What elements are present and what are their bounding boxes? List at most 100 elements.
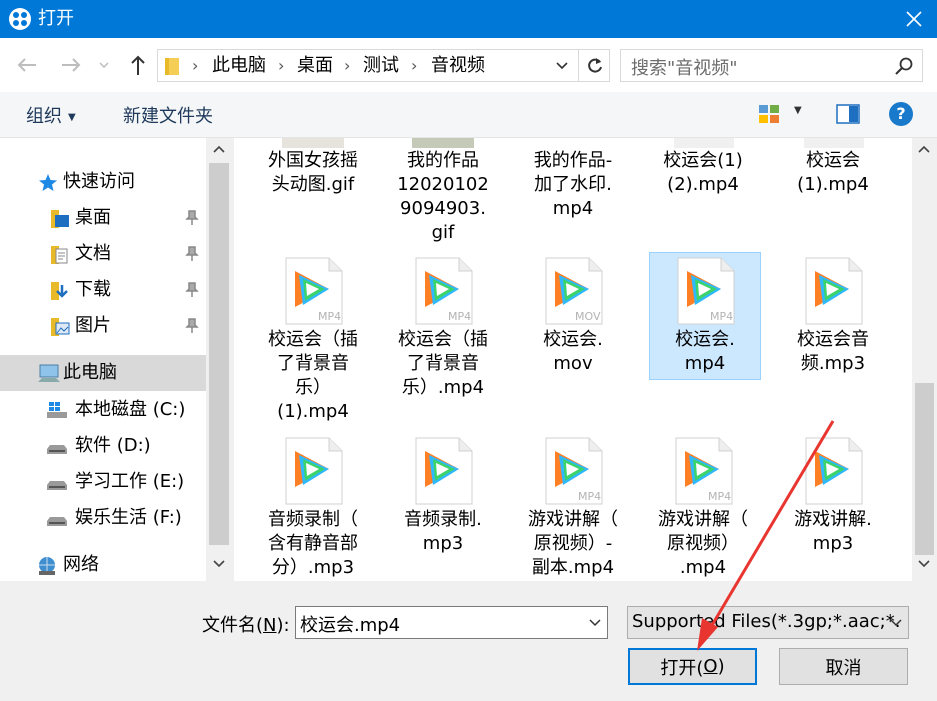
search-box[interactable]: 搜索"音视频" xyxy=(620,49,923,82)
file-item[interactable]: 外国女孩摇 头动图.gif xyxy=(258,138,370,238)
new-folder-button[interactable]: 新建文件夹 xyxy=(123,102,213,128)
nav-item-network[interactable]: 网络 xyxy=(0,547,206,583)
pin-icon[interactable] xyxy=(185,210,199,226)
file-name: 校运会音 频.mp3 xyxy=(797,329,869,374)
scroll-down-icon[interactable] xyxy=(213,559,225,569)
folder-icon xyxy=(165,58,179,75)
nav-label: 桌面 xyxy=(75,207,111,228)
video-file-icon: MP4 xyxy=(415,257,473,325)
breadcrumb-desktop[interactable]: 桌面 xyxy=(297,53,333,78)
scroll-up-icon[interactable] xyxy=(918,144,930,154)
caret-down-icon: ▼ xyxy=(68,111,76,123)
view-options-icon[interactable] xyxy=(758,104,780,124)
svg-text:MP4: MP4 xyxy=(318,310,341,323)
documents-folder-icon xyxy=(51,246,68,264)
forward-button[interactable] xyxy=(58,52,84,78)
nav-item-desktop[interactable]: 桌面 xyxy=(0,200,206,236)
file-item[interactable]: 我的作品- 加了水印. mp4 xyxy=(518,138,630,238)
close-button[interactable] xyxy=(891,0,937,38)
file-item[interactable]: MP4 游戏讲解（ 原视频）- 副本.mp4 xyxy=(518,433,630,581)
refresh-button[interactable] xyxy=(578,50,610,81)
file-name: 校运会. mov xyxy=(543,329,603,374)
filename-input[interactable]: 校运会.mp4 xyxy=(295,606,608,639)
nav-label: 学习工作 (E:) xyxy=(75,471,185,492)
file-list-scrollbar-thumb[interactable] xyxy=(915,383,934,555)
video-file-icon: MP4 xyxy=(677,257,735,325)
windows-drive-icon xyxy=(47,402,67,418)
help-button[interactable]: ? xyxy=(889,102,913,126)
open-button[interactable]: 打开(O) xyxy=(628,648,757,685)
video-file-icon: MOV xyxy=(545,257,603,325)
cancel-button[interactable]: 取消 xyxy=(779,648,908,685)
close-icon xyxy=(906,11,922,27)
view-options-dropdown[interactable]: ▼ xyxy=(794,105,802,116)
breadcrumb-test[interactable]: 测试 xyxy=(363,53,399,78)
dialog-footer: 文件名(N): 校运会.mp4 Supported Files(*.3gp;*.… xyxy=(0,581,937,701)
nav-item-pictures[interactable]: 图片 xyxy=(0,308,206,344)
address-history-dropdown[interactable] xyxy=(554,55,570,75)
audio-file-icon xyxy=(805,257,863,325)
up-button[interactable] xyxy=(125,52,151,78)
nav-item-this-pc[interactable]: 此电脑 xyxy=(0,355,206,391)
nav-item-documents[interactable]: 文档 xyxy=(0,236,206,272)
file-item[interactable]: 校运会 (1).mp4 xyxy=(778,138,890,238)
nav-item-quick-access[interactable]: 快速访问 xyxy=(0,164,206,200)
nav-label: 图片 xyxy=(75,315,111,336)
preview-pane-icon[interactable] xyxy=(836,104,860,124)
command-toolbar: 组织 ▼ 新建文件夹 ▼ ? xyxy=(0,92,937,138)
video-file-icon: MP4 xyxy=(545,437,603,505)
file-list-scrollbar[interactable] xyxy=(912,138,937,581)
nav-scrollbar[interactable] xyxy=(206,138,232,581)
address-bar[interactable]: › 此电脑 › 桌面 › 测试 › 音视频 xyxy=(157,49,610,82)
nav-scrollbar-thumb[interactable] xyxy=(209,163,229,545)
breadcrumb-separator: › xyxy=(411,56,418,75)
scroll-up-icon[interactable] xyxy=(213,144,225,154)
star-icon xyxy=(39,174,57,191)
file-item-selected[interactable]: MP4 校运会. mp4 xyxy=(649,252,761,380)
file-name: 音频录制（ 含有静音部 分）.mp3 xyxy=(268,509,358,578)
chevron-down-icon[interactable] xyxy=(890,619,902,627)
nav-label: 软件 (D:) xyxy=(75,435,151,456)
nav-label: 网络 xyxy=(63,554,99,575)
nav-item-drive-e[interactable]: 学习工作 (E:) xyxy=(0,464,206,500)
back-button[interactable] xyxy=(14,52,40,78)
file-item[interactable]: 我的作品 12020102 9094903. gif xyxy=(388,138,500,248)
organize-menu[interactable]: 组织 ▼ xyxy=(26,102,76,128)
audio-file-icon xyxy=(285,437,343,505)
search-icon[interactable] xyxy=(894,56,914,76)
nav-item-drive-c[interactable]: 本地磁盘 (C:) xyxy=(0,392,206,428)
file-name: 校运会(1) (2).mp4 xyxy=(663,150,743,195)
file-item[interactable]: 音频录制. mp3 xyxy=(388,433,500,563)
title-bar: 打开 xyxy=(0,0,937,38)
filename-value: 校运会.mp4 xyxy=(300,615,401,636)
nav-label: 文档 xyxy=(75,243,111,264)
breadcrumb-separator: › xyxy=(192,56,199,75)
svg-text:MOV: MOV xyxy=(575,310,601,323)
file-item[interactable]: MP4 校运会（插 了背景音 乐）.mp4 xyxy=(388,253,500,403)
pin-icon[interactable] xyxy=(185,282,199,298)
nav-item-drive-d[interactable]: 软件 (D:) xyxy=(0,428,206,464)
file-item[interactable]: 游戏讲解. mp3 xyxy=(778,433,890,563)
file-item[interactable]: 校运会(1) (2).mp4 xyxy=(648,138,760,238)
file-item[interactable]: 校运会音 频.mp3 xyxy=(778,253,890,383)
recent-locations-button[interactable] xyxy=(94,52,114,78)
svg-text:MP4: MP4 xyxy=(448,310,471,323)
file-name: 游戏讲解（ 原视频）- 副本.mp4 xyxy=(528,509,618,578)
file-type-filter-select[interactable]: Supported Files(*.3gp;*.aac;*. xyxy=(627,606,909,639)
pin-icon[interactable] xyxy=(185,318,199,334)
pin-icon[interactable] xyxy=(185,246,199,262)
nav-label: 娱乐生活 (F:) xyxy=(75,507,182,528)
file-list: 外国女孩摇 头动图.gif 我的作品 12020102 9094903. gif 我的作… xyxy=(234,138,912,581)
file-item[interactable]: 音频录制（ 含有静音部 分）.mp3 xyxy=(258,433,370,581)
breadcrumb-av[interactable]: 音视频 xyxy=(431,53,485,78)
file-item[interactable]: MP4 游戏讲解（ 原视频） .mp4 xyxy=(648,433,760,581)
nav-item-downloads[interactable]: 下载 xyxy=(0,272,206,308)
file-item[interactable]: MP4 校运会（插 了背景音 乐） (1).mp4 xyxy=(258,253,370,428)
nav-item-drive-f[interactable]: 娱乐生活 (F:) xyxy=(0,500,206,536)
chevron-down-icon[interactable] xyxy=(589,619,601,627)
drive-icon xyxy=(47,517,67,526)
file-item[interactable]: MOV 校运会. mov xyxy=(518,253,630,383)
scroll-down-icon[interactable] xyxy=(918,559,930,569)
breadcrumb-this-pc[interactable]: 此电脑 xyxy=(212,53,266,78)
navigation-pane: 快速访问 桌面 文档 下载 图片 此电脑 本地磁盘 (C:) 软件 (D:) 学… xyxy=(0,138,232,581)
